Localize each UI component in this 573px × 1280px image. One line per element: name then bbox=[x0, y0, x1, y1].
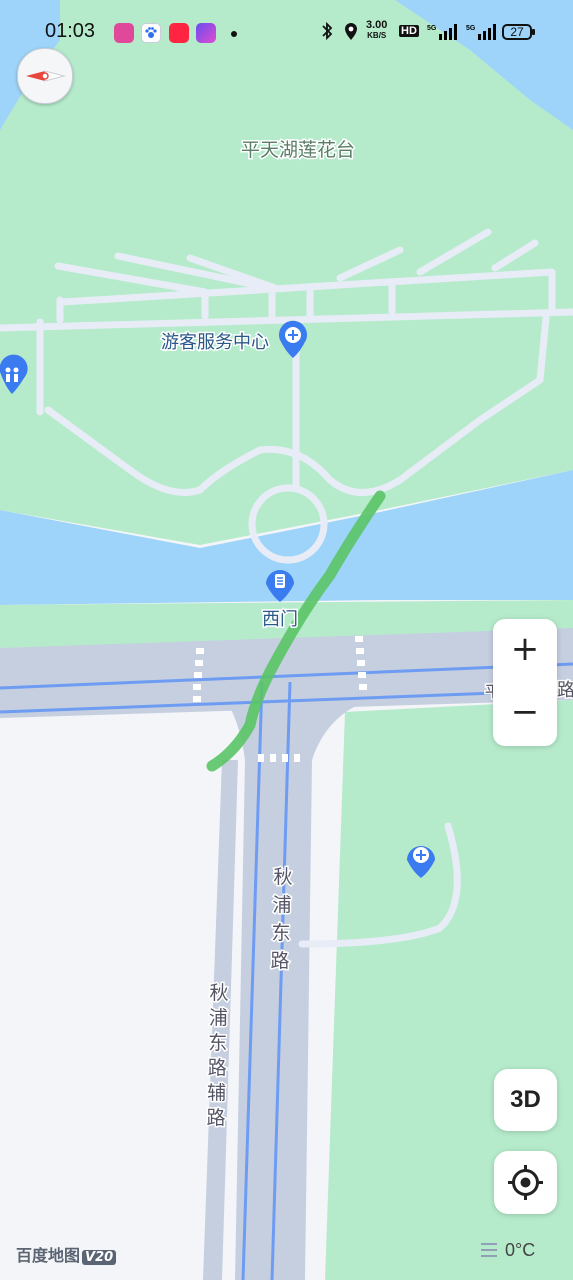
status-bar: 01:03 3.00 KB/S HD 5G 5G 27 bbox=[0, 0, 573, 64]
road-label-char: 秋 bbox=[273, 866, 292, 888]
road-label-char: 路 bbox=[270, 950, 289, 972]
zoom-out-button[interactable]: − bbox=[493, 682, 557, 745]
label-west-gate: 西门 bbox=[262, 609, 298, 630]
3d-button[interactable]: 3D bbox=[494, 1069, 557, 1131]
map-canvas[interactable]: 平天湖莲花台 游客服务中心 西门 平 路 秋浦东路 秋浦东路辅路 bbox=[0, 0, 573, 1280]
road-label-char: 路 bbox=[206, 1107, 225, 1129]
compass-icon bbox=[26, 70, 66, 82]
logo-text: 百度地图 bbox=[16, 1246, 81, 1265]
status-time: 01:03 bbox=[45, 20, 96, 42]
road-label-char: 路 bbox=[208, 1057, 227, 1079]
road-label-char: 浦 bbox=[209, 1007, 228, 1029]
hd-badge: HD bbox=[399, 25, 419, 37]
network-speed-unit: KB/S bbox=[367, 31, 387, 40]
signal-5g-icon-1: 5G bbox=[427, 22, 461, 45]
locate-button[interactable] bbox=[494, 1151, 557, 1214]
compass-button[interactable] bbox=[17, 48, 73, 104]
label-pingtian-lake: 平天湖莲花台 bbox=[241, 139, 355, 161]
road-label-char: 东 bbox=[271, 922, 290, 944]
svg-text:5G: 5G bbox=[427, 25, 437, 32]
network-speed-value: 3.00 bbox=[366, 19, 388, 31]
road-label-char: 辅 bbox=[207, 1082, 226, 1104]
road-label-char: 秋 bbox=[209, 982, 228, 1004]
location-icon bbox=[343, 22, 359, 45]
zoom-control: + − bbox=[493, 619, 557, 746]
weather-temperature: 0°C bbox=[505, 1240, 536, 1260]
label-visitor-center: 游客服务中心 bbox=[161, 332, 269, 353]
label-right-road-2: 路 bbox=[557, 680, 573, 701]
signal-5g-icon-2: 5G bbox=[466, 22, 500, 45]
locate-icon bbox=[508, 1165, 543, 1200]
xiaohongshu-icon bbox=[169, 23, 189, 43]
logo-version: V20 bbox=[82, 1250, 117, 1265]
road-label-char: 浦 bbox=[272, 894, 291, 916]
battery-indicator: 27 bbox=[502, 24, 535, 40]
zoom-in-button[interactable]: + bbox=[493, 619, 557, 682]
baidu-map-logo: 百度地图 V20 bbox=[16, 1242, 117, 1266]
road-label-char: 东 bbox=[208, 1032, 227, 1054]
baidu-paw-icon bbox=[141, 23, 161, 43]
purple-app-icon bbox=[196, 23, 216, 43]
weather-widget[interactable]: 0°C bbox=[481, 1240, 535, 1261]
network-speed: 3.00 KB/S bbox=[366, 20, 387, 41]
bluetooth-icon bbox=[320, 21, 334, 44]
vivo-app-icon bbox=[114, 23, 134, 43]
svg-text:5G: 5G bbox=[466, 25, 476, 32]
more-notifications-dot bbox=[231, 31, 237, 37]
weather-haze-icon bbox=[481, 1243, 497, 1257]
